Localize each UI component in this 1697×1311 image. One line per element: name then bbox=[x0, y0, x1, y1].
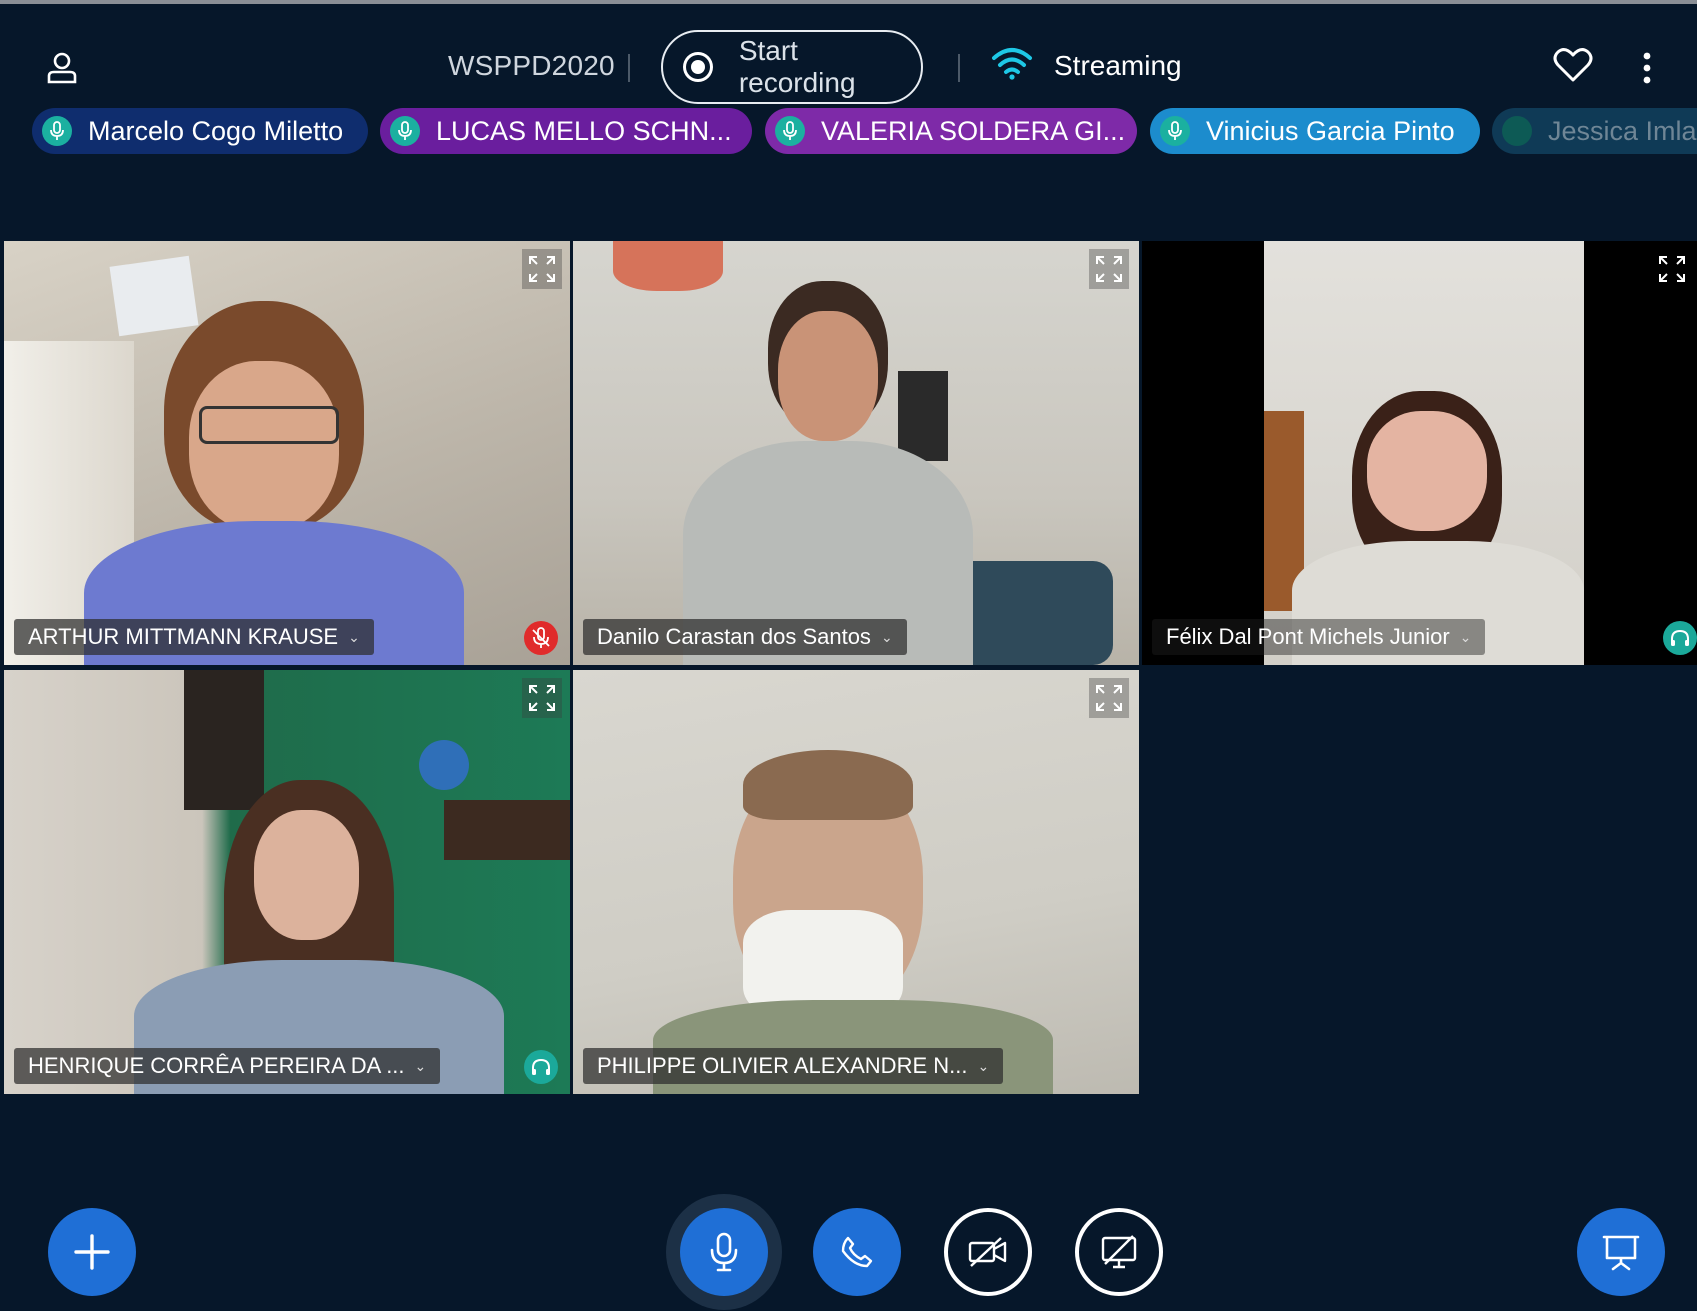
talker-name: Marcelo Cogo Miletto bbox=[88, 115, 344, 146]
talker-name: LUCAS MELLO SCHN... bbox=[436, 115, 732, 146]
chevron-down-icon: ⌄ bbox=[414, 1057, 427, 1074]
headphones-icon bbox=[1671, 629, 1689, 646]
fullscreen-button[interactable] bbox=[1089, 678, 1129, 718]
title-separator bbox=[628, 54, 630, 82]
muted-mic-indicator bbox=[524, 621, 558, 655]
chevron-down-icon: ⌄ bbox=[977, 1057, 990, 1074]
start-recording-label: Start recording bbox=[738, 35, 856, 98]
participant-name: PHILIPPE OLIVIER ALEXANDRE N... bbox=[597, 1053, 968, 1078]
mic-off-icon bbox=[532, 627, 550, 648]
participant-name-tag[interactable]: HENRIQUE CORRÊA PEREIRA DA ... ⌄ bbox=[14, 1048, 441, 1084]
expand-icon bbox=[1096, 685, 1122, 711]
talker-name: Jessica Imla bbox=[1548, 115, 1697, 146]
mic-button-halo bbox=[666, 1194, 782, 1310]
user-list-toggle-button[interactable] bbox=[40, 44, 84, 92]
mute-microphone-button[interactable] bbox=[680, 1208, 768, 1296]
options-menu-button[interactable] bbox=[1632, 44, 1662, 92]
participant-name: Danilo Carastan dos Santos bbox=[597, 624, 871, 649]
participant-name-tag[interactable]: PHILIPPE OLIVIER ALEXANDRE N... ⌄ bbox=[583, 1048, 1004, 1084]
phone-icon bbox=[841, 1236, 873, 1268]
mic-icon bbox=[390, 116, 420, 146]
talker-indicator[interactable]: Jessica Imla bbox=[1492, 108, 1697, 154]
share-webcam-button[interactable] bbox=[944, 1208, 1032, 1296]
talker-indicator[interactable]: Marcelo Cogo Miletto bbox=[32, 108, 368, 154]
video-tile[interactable]: Félix Dal Pont Michels Junior ⌄ bbox=[1142, 241, 1697, 665]
fullscreen-button[interactable] bbox=[1089, 249, 1129, 289]
participant-name: ARTHUR MITTMANN KRAUSE bbox=[28, 624, 339, 649]
talker-indicator[interactable]: Vinicius Garcia Pinto bbox=[1150, 108, 1480, 154]
participant-name-tag[interactable]: ARTHUR MITTMANN KRAUSE ⌄ bbox=[14, 619, 374, 655]
presentation-icon bbox=[1602, 1235, 1640, 1271]
video-tile[interactable]: HENRIQUE CORRÊA PEREIRA DA ... ⌄ bbox=[4, 670, 570, 1094]
window-edge bbox=[0, 0, 1697, 4]
expand-icon bbox=[529, 256, 555, 282]
heart-button[interactable] bbox=[1550, 44, 1596, 86]
plus-icon bbox=[74, 1234, 110, 1270]
mic-icon bbox=[775, 116, 805, 146]
fullscreen-button[interactable] bbox=[522, 249, 562, 289]
conference-window: WSPPD2020 Start recording Streaming Marc… bbox=[0, 0, 1697, 1311]
more-vertical-icon bbox=[1643, 52, 1651, 84]
microphone-icon bbox=[710, 1232, 738, 1272]
chevron-down-icon: ⌄ bbox=[348, 628, 360, 645]
expand-icon bbox=[529, 685, 555, 711]
talker-indicator[interactable]: LUCAS MELLO SCHN... bbox=[380, 108, 752, 154]
expand-icon bbox=[1096, 256, 1122, 282]
mic-icon bbox=[1502, 116, 1532, 146]
meeting-title: WSPPD2020 bbox=[448, 50, 615, 81]
talker-name: VALERIA SOLDERA GI... bbox=[821, 115, 1126, 146]
user-icon bbox=[47, 52, 77, 84]
fullscreen-button[interactable] bbox=[522, 678, 562, 718]
listen-only-indicator bbox=[524, 1050, 558, 1084]
video-tile[interactable]: PHILIPPE OLIVIER ALEXANDRE N... ⌄ bbox=[573, 670, 1139, 1094]
chevron-down-icon: ⌄ bbox=[880, 628, 893, 645]
chevron-down-icon: ⌄ bbox=[1459, 628, 1472, 645]
participant-name: Félix Dal Pont Michels Junior bbox=[1166, 624, 1450, 649]
record-icon bbox=[683, 52, 713, 82]
mic-icon bbox=[1160, 116, 1190, 146]
presentation-toggle-button[interactable] bbox=[1577, 1208, 1665, 1296]
screen-share-off-icon bbox=[1101, 1235, 1137, 1269]
recording-separator bbox=[958, 54, 960, 82]
video-tile[interactable]: ARTHUR MITTMANN KRAUSE ⌄ bbox=[4, 241, 570, 665]
leave-audio-button[interactable] bbox=[813, 1208, 901, 1296]
heart-icon bbox=[1553, 48, 1593, 82]
streaming-label: Streaming bbox=[1054, 50, 1182, 81]
share-screen-button[interactable] bbox=[1075, 1208, 1163, 1296]
expand-icon bbox=[1659, 256, 1685, 282]
headphones-icon bbox=[532, 1058, 550, 1075]
participant-name: HENRIQUE CORRÊA PEREIRA DA ... bbox=[28, 1053, 405, 1078]
listen-only-indicator bbox=[1663, 621, 1697, 655]
mic-icon bbox=[42, 116, 72, 146]
participant-name-tag[interactable]: Félix Dal Pont Michels Junior ⌄ bbox=[1152, 619, 1486, 655]
wifi-streaming-icon bbox=[992, 48, 1032, 80]
participant-name-tag[interactable]: Danilo Carastan dos Santos ⌄ bbox=[583, 619, 907, 655]
talker-indicator[interactable]: VALERIA SOLDERA GI... bbox=[765, 108, 1137, 154]
talker-name: Vinicius Garcia Pinto bbox=[1206, 115, 1455, 146]
fullscreen-button[interactable] bbox=[1652, 249, 1692, 289]
video-tile-active-speaker[interactable]: Danilo Carastan dos Santos ⌄ bbox=[573, 241, 1139, 665]
start-recording-button[interactable]: Start recording bbox=[661, 30, 923, 104]
video-off-icon bbox=[968, 1237, 1007, 1267]
actions-plus-button[interactable] bbox=[48, 1208, 136, 1296]
